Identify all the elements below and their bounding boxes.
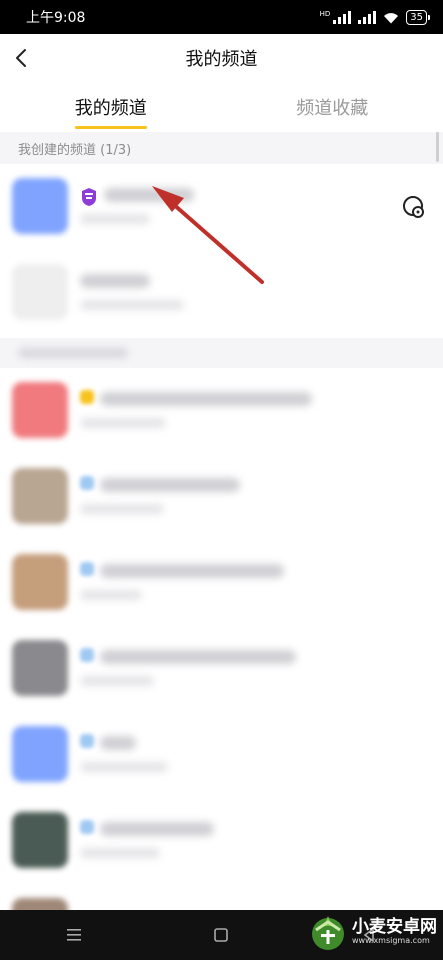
status-time: 上午9:08: [26, 10, 86, 26]
watermark-title: 小麦安卓网: [352, 917, 437, 937]
channel-name-blurred: [100, 392, 312, 406]
channel-info-blurred: [80, 504, 164, 514]
shield-badge-icon: [82, 188, 96, 206]
section-joined-channels: [0, 338, 443, 368]
channel-name-blurred: [100, 822, 214, 836]
list-item[interactable]: [0, 626, 443, 712]
menu-button[interactable]: [54, 915, 94, 955]
battery-icon: 35: [406, 9, 430, 25]
section-title-blurred: [18, 348, 128, 358]
section-title: 我创建的频道 (1/3): [18, 142, 132, 158]
gear-icon[interactable]: [401, 194, 427, 220]
chevron-left-icon: [16, 49, 26, 67]
list-item[interactable]: [0, 368, 443, 454]
list-item[interactable]: [0, 798, 443, 884]
scrollbar[interactable]: [436, 132, 439, 162]
channel-name-blurred: [100, 736, 136, 750]
badge-icon: [80, 820, 94, 834]
list-item-own-channel[interactable]: [0, 164, 443, 250]
avatar: [12, 382, 68, 438]
home-button[interactable]: [201, 915, 241, 955]
badge-icon: [80, 476, 94, 490]
status-icons: HD 35: [319, 9, 430, 25]
avatar: [12, 468, 68, 524]
avatar: [12, 640, 68, 696]
screen: 上午9:08 HD 35 我的频道 我的频道 频道收藏 我创建的频道 (1/3)…: [0, 0, 443, 960]
watermark-url: www.xmsigma.com: [352, 936, 430, 945]
avatar: [12, 554, 68, 610]
wifi-icon: [384, 12, 399, 23]
status-bar: 上午9:08 HD 35: [0, 0, 443, 34]
list-item[interactable]: [0, 884, 443, 924]
network-type: HD: [319, 9, 331, 18]
channel-name-blurred: [100, 478, 240, 492]
signal-icon: HD: [319, 9, 352, 24]
avatar: [12, 812, 68, 868]
badge-icon: [80, 648, 94, 662]
watermark-logo-icon: [312, 916, 344, 950]
avatar: [12, 178, 68, 234]
tab-label: 频道收藏: [296, 98, 369, 119]
tab-active-indicator: [74, 126, 147, 129]
channel-name-blurred: [100, 650, 296, 664]
channel-info-blurred: [80, 848, 160, 858]
tab-bar: 我的频道 频道收藏: [0, 82, 443, 132]
tab-channel-favorites[interactable]: 频道收藏: [222, 82, 443, 132]
battery-level: 35: [410, 11, 423, 23]
square-icon: [214, 928, 229, 942]
channel-info-blurred: [80, 762, 168, 772]
channel-name-blurred: [80, 274, 150, 288]
list-item-create-channel[interactable]: [0, 250, 443, 336]
avatar: [12, 726, 68, 782]
channel-name-blurred: [100, 564, 284, 578]
list-item[interactable]: [0, 540, 443, 626]
list-item[interactable]: [0, 454, 443, 540]
channel-info-blurred: [80, 214, 150, 224]
tab-label: 我的频道: [74, 98, 147, 119]
channel-info-blurred: [80, 418, 166, 428]
signal-icon-2: [358, 10, 377, 24]
list-item[interactable]: [0, 712, 443, 798]
watermark-text: 小麦安卓网 www.xmsigma.com: [352, 918, 437, 946]
badge-icon: [80, 390, 94, 404]
watermark: 小麦安卓网 www.xmsigma.com: [308, 912, 437, 952]
page-title: 我的频道: [185, 49, 258, 70]
top-bar: 我的频道: [0, 34, 443, 82]
badge-icon: [80, 734, 94, 748]
channel-info-blurred: [80, 676, 154, 686]
channel-name-blurred: [104, 188, 194, 202]
avatar: [12, 264, 68, 320]
menu-icon: [66, 929, 81, 941]
tab-my-channels[interactable]: 我的频道: [0, 82, 222, 132]
badge-icon: [80, 562, 94, 576]
section-created-channels: 我创建的频道 (1/3): [0, 132, 443, 164]
channel-info-blurred: [80, 590, 142, 600]
channel-info-blurred: [80, 300, 184, 310]
back-button[interactable]: [10, 46, 34, 70]
